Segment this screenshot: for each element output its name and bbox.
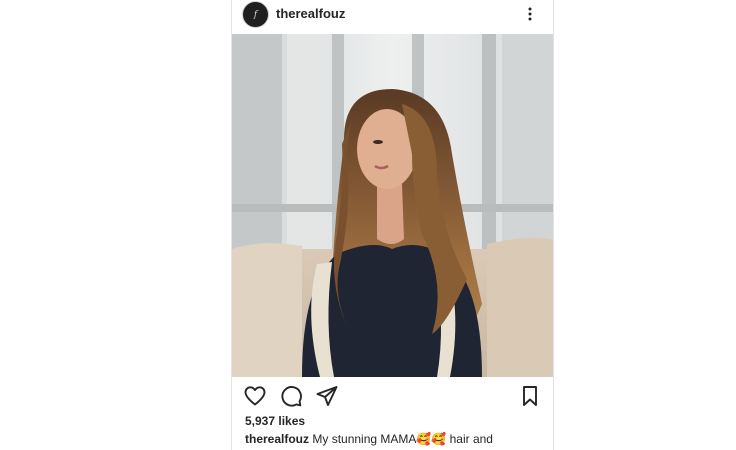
bookmark-icon[interactable] bbox=[518, 384, 542, 408]
avatar[interactable]: f bbox=[242, 1, 269, 28]
caption-text: My stunning MAMA🥰🥰 hair and bbox=[312, 432, 493, 446]
caption-username[interactable]: therealfouz bbox=[245, 432, 309, 446]
avatar-logo: f bbox=[253, 9, 258, 20]
post-photo[interactable] bbox=[232, 34, 553, 377]
instagram-post: f therealfouz 5,937 likes therealfouz My… bbox=[231, 0, 554, 450]
post-actions bbox=[232, 384, 553, 410]
send-icon[interactable] bbox=[315, 384, 339, 408]
like-count[interactable]: 5,937 likes bbox=[245, 414, 305, 428]
post-header: f therealfouz bbox=[232, 0, 553, 32]
more-options-icon[interactable] bbox=[521, 5, 539, 23]
heart-icon[interactable] bbox=[243, 384, 267, 408]
post-username[interactable]: therealfouz bbox=[276, 6, 345, 21]
post-caption: therealfouz My stunning MAMA🥰🥰 hair and bbox=[245, 431, 545, 447]
comment-icon[interactable] bbox=[279, 384, 303, 408]
